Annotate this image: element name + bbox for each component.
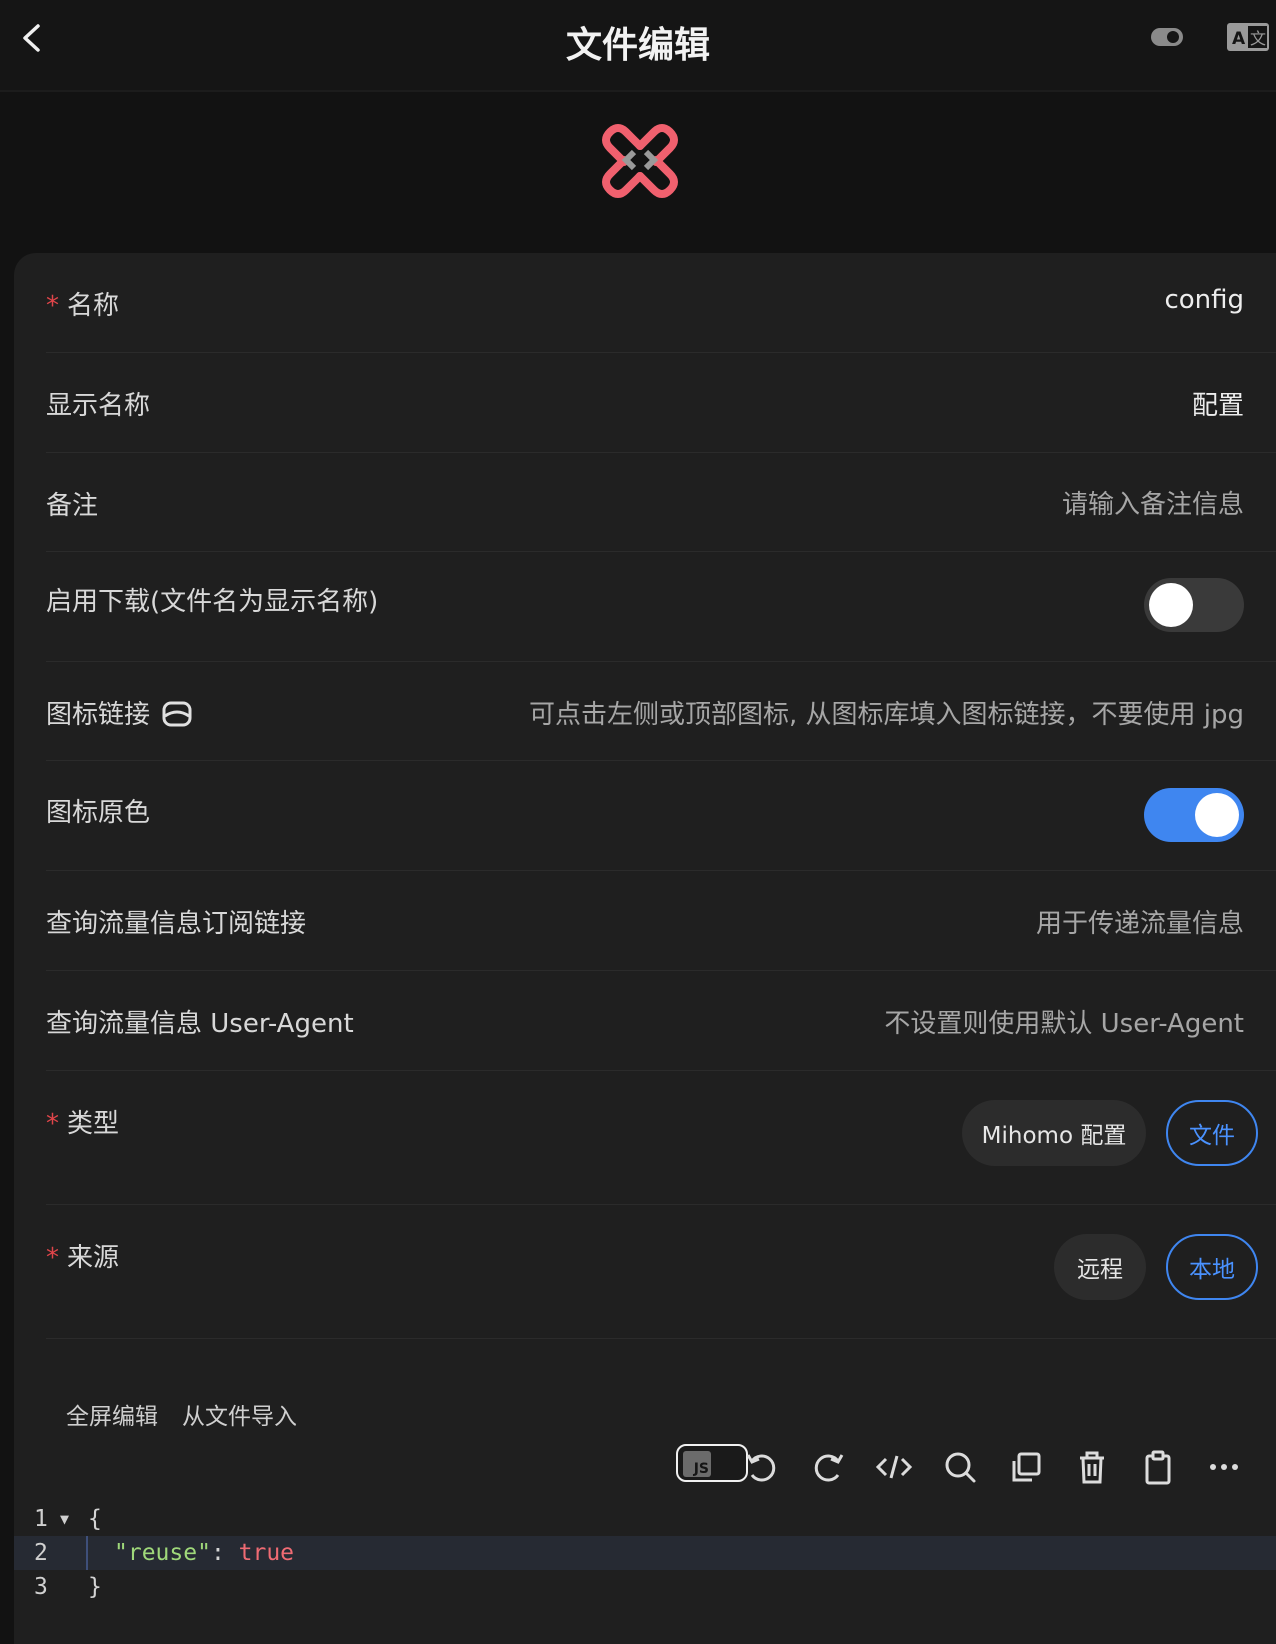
code-text: } (88, 1574, 102, 1600)
icon-color-row: 图标原色 (46, 760, 1276, 871)
remark-label: 备注 (46, 491, 99, 521)
copy-icon[interactable] (1006, 1447, 1046, 1487)
traffic-ua-row[interactable]: 查询流量信息 User-Agent 不设置则使用默认 User-Agent (46, 970, 1276, 1071)
name-input[interactable]: config (1164, 285, 1244, 315)
code-text: { (88, 1506, 102, 1532)
translate-icon[interactable]: A 文 (1226, 22, 1270, 52)
icon-color-switch[interactable] (1144, 788, 1244, 842)
remark-input[interactable]: 请输入备注信息 (1062, 484, 1244, 521)
json-separator: : (210, 1540, 239, 1566)
traffic-sub-row[interactable]: 查询流量信息订阅链接 用于传递流量信息 (46, 870, 1276, 971)
switch-knob (1195, 793, 1239, 837)
json-value: true (238, 1540, 295, 1566)
icon-link-row[interactable]: 图标链接 可点击左侧或顶部图标, 从图标库填入图标链接，不要使用 jpg (46, 661, 1276, 761)
redo-icon[interactable] (808, 1447, 848, 1487)
js-label: JS (683, 1451, 711, 1477)
download-row: 启用下载(文件名为显示名称) (46, 551, 1276, 662)
required-mark: * (46, 1109, 59, 1139)
remark-row[interactable]: 备注 请输入备注信息 (46, 452, 1276, 552)
svg-text:文: 文 (1250, 29, 1266, 48)
icon-color-label: 图标原色 (46, 798, 151, 828)
source-option-local[interactable]: 本地 (1166, 1234, 1258, 1300)
type-option-mihomo[interactable]: Mihomo 配置 (962, 1100, 1146, 1166)
traffic-sub-input[interactable]: 用于传递流量信息 (1036, 903, 1244, 940)
import-file-link[interactable]: 从文件导入 (182, 1397, 297, 1431)
icon-link-input[interactable]: 可点击左侧或顶部图标, 从图标库填入图标链接，不要使用 jpg (529, 694, 1244, 731)
display-name-input[interactable]: 配置 (1192, 385, 1244, 422)
source-row: * 来源 远程 本地 (46, 1204, 1276, 1339)
paste-icon[interactable] (1138, 1447, 1178, 1487)
code-line: 2 "reuse": true (14, 1536, 1276, 1570)
download-label: 启用下载(文件名为显示名称) (46, 587, 379, 617)
traffic-sub-label: 查询流量信息订阅链接 (46, 909, 307, 939)
more-icon[interactable] (1204, 1447, 1244, 1487)
type-row: * 类型 Mihomo 配置 文件 (46, 1070, 1276, 1205)
indent-guide (86, 1536, 88, 1570)
code-editor[interactable]: 1 ▼ { 2 "reuse": true 3 } (14, 1502, 1276, 1644)
traffic-ua-input[interactable]: 不设置则使用默认 User-Agent (884, 1003, 1244, 1040)
form-card: * 名称 config 显示名称 配置 备注 请输入备注信息 启用下载(文件名为显… (14, 253, 1276, 1644)
line-number: 2 (34, 1540, 48, 1566)
fullscreen-edit-link[interactable]: 全屏编辑 (66, 1397, 158, 1431)
name-label: 名称 (67, 291, 120, 321)
app-logo-icon[interactable] (600, 120, 680, 200)
source-label: 来源 (67, 1243, 120, 1273)
display-name-row[interactable]: 显示名称 配置 (46, 352, 1276, 453)
icon-link-label: 图标链接 (46, 700, 151, 730)
top-bar: 文件编辑 A 文 (0, 0, 1276, 92)
name-row[interactable]: * 名称 config (46, 253, 1276, 353)
undo-icon[interactable] (742, 1447, 782, 1487)
image-icon[interactable] (162, 701, 192, 727)
json-key: "reuse" (114, 1540, 211, 1566)
code-line: 3 } (14, 1570, 1276, 1604)
code-text: "reuse": true (114, 1536, 294, 1570)
svg-text:A: A (1232, 29, 1246, 49)
line-number: 3 (34, 1574, 48, 1600)
display-name-label: 显示名称 (46, 391, 151, 421)
fold-arrow-icon[interactable]: ▼ (60, 1502, 69, 1536)
toggle-icon[interactable] (1150, 24, 1184, 50)
required-mark: * (46, 291, 59, 321)
code-icon[interactable] (874, 1447, 914, 1487)
source-option-remote[interactable]: 远程 (1054, 1234, 1146, 1300)
code-line: 1 ▼ { (14, 1502, 1276, 1536)
type-label: 类型 (67, 1109, 120, 1139)
page-title: 文件编辑 (565, 25, 710, 66)
delete-icon[interactable] (1072, 1447, 1112, 1487)
traffic-ua-label: 查询流量信息 User-Agent (46, 1009, 354, 1039)
search-icon[interactable] (940, 1447, 980, 1487)
js-mode-toggle[interactable]: JS (676, 1444, 748, 1482)
download-switch[interactable] (1144, 578, 1244, 632)
required-mark: * (46, 1243, 59, 1273)
switch-knob (1149, 583, 1193, 627)
type-option-file[interactable]: 文件 (1166, 1100, 1258, 1166)
